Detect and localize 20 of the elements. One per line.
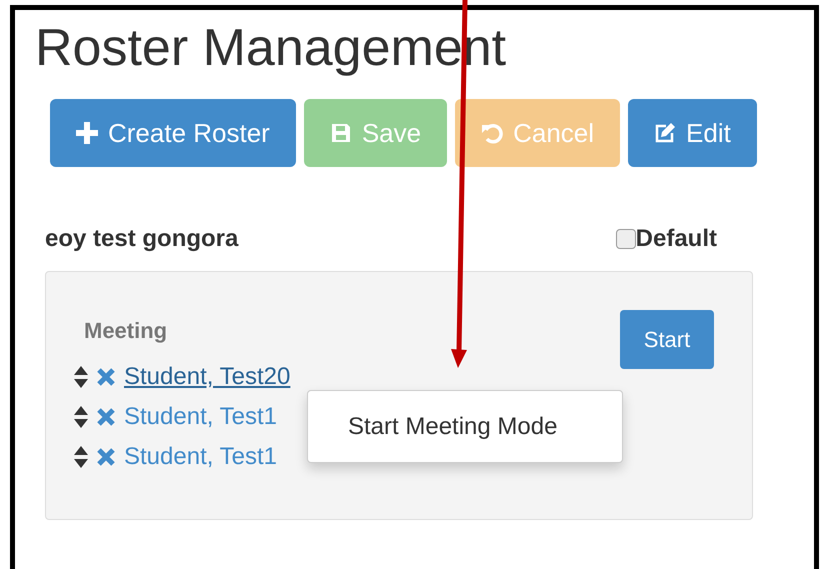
- start-button[interactable]: Start: [620, 310, 714, 370]
- student-link[interactable]: Student, Test1: [124, 403, 277, 432]
- section-label: Meeting: [84, 318, 168, 346]
- checkbox-label: Default: [636, 225, 717, 254]
- sort-icon[interactable]: [74, 406, 88, 428]
- student-link[interactable]: Student, Test1: [124, 443, 277, 472]
- tooltip: Start Meeting Mode: [307, 390, 623, 464]
- roster-name: eoy test gongora: [45, 225, 238, 254]
- plus-icon: [76, 122, 98, 144]
- default-checkbox[interactable]: [616, 229, 636, 250]
- remove-icon[interactable]: [96, 367, 116, 388]
- sort-icon[interactable]: [74, 446, 88, 468]
- edit-button[interactable]: Edit: [628, 99, 757, 168]
- sort-icon[interactable]: [74, 366, 88, 388]
- edit-icon: [654, 122, 676, 144]
- student-link[interactable]: Student, Test20: [124, 363, 290, 392]
- undo-icon: [481, 122, 504, 144]
- add-button[interactable]: Create Roster: [50, 99, 296, 168]
- remove-icon[interactable]: [96, 407, 116, 428]
- remove-icon[interactable]: [96, 447, 116, 468]
